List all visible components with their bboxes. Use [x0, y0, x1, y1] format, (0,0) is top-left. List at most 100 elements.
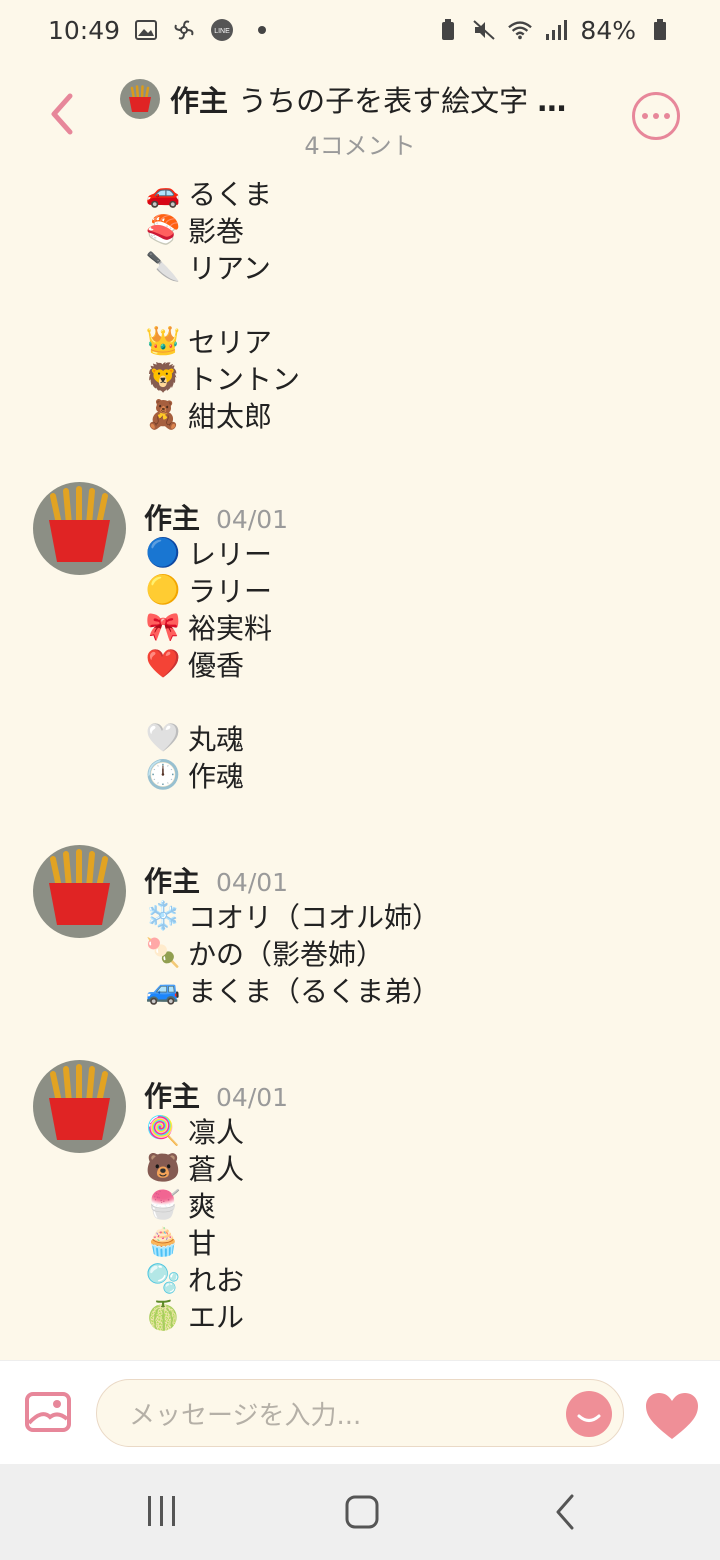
- comment-date: 04/01: [216, 868, 289, 897]
- line-text: 作魂: [188, 759, 245, 793]
- more-options-icon: [642, 113, 648, 119]
- emoji: 🔵: [145, 536, 181, 569]
- comment-line: 🦁 トントン: [144, 359, 300, 396]
- comment-avatar[interactable]: [33, 845, 126, 938]
- comment-list[interactable]: 🚗 るくま 🍣 影巻 🔪 リアン 👑 セリア 🦁 トントン 🧸 紺太郎 作主 04/01 🔵 レ…: [0, 160, 720, 1360]
- comment-date: 04/01: [216, 1083, 289, 1112]
- system-nav-bar: [0, 1464, 720, 1560]
- comment-line: 🔵 レリー: [144, 534, 288, 571]
- emoji: 🧁: [145, 1225, 181, 1258]
- battery-saver-icon: [436, 18, 460, 42]
- emoji: 🍈: [145, 1299, 181, 1332]
- emoji: 🎀: [145, 610, 181, 643]
- system-back-button[interactable]: [552, 1492, 576, 1532]
- comment-line: 🚗 るくま: [144, 174, 300, 211]
- home-button[interactable]: [344, 1494, 380, 1530]
- comment-count: 4コメント: [304, 132, 416, 160]
- line-text: ラリー: [188, 574, 273, 608]
- line-text: レリー: [188, 537, 273, 571]
- comment-line: 🔪 リアン: [144, 248, 300, 285]
- emoji: 🚙: [145, 973, 181, 1006]
- signal-icon: [544, 18, 568, 42]
- status-time: 10:49: [48, 15, 121, 45]
- french-fries-icon: [49, 486, 110, 562]
- line-text: リアン: [188, 251, 271, 285]
- emoji: 👑: [145, 324, 181, 357]
- line-text: れお: [188, 1263, 245, 1297]
- line-text: 甘: [188, 1226, 217, 1260]
- comment-line: ❤️ 優香: [144, 645, 288, 682]
- emoji: 🚗: [145, 176, 181, 209]
- line-text: 爽: [188, 1189, 217, 1223]
- line-text: 凛人: [188, 1115, 245, 1149]
- emoji: 🦁: [145, 361, 181, 394]
- thread-title-text: うちの子を表す絵文字 🟡…: [238, 84, 600, 118]
- wifi-icon: [508, 18, 533, 42]
- author-avatar: [120, 79, 160, 119]
- chevron-left-icon: [51, 93, 73, 135]
- emoji: 🔪: [145, 250, 181, 283]
- line-text: 裕実料: [188, 611, 273, 645]
- line-text: 影巻: [188, 214, 245, 248]
- message-input[interactable]: メッセージを入力...: [96, 1379, 624, 1447]
- line-text: 丸魂: [188, 722, 245, 756]
- recents-icon: [148, 1496, 175, 1526]
- comment-author[interactable]: 作主: [144, 1075, 200, 1115]
- line-text: コオリ（コオル姉）: [188, 900, 441, 934]
- thread-author: 作主: [170, 84, 229, 118]
- thread-title-area[interactable]: 作主 うちの子を表す絵文字 🟡… 4コメント: [120, 78, 600, 161]
- emoji: 🐻: [145, 1151, 181, 1184]
- comment-line: 🤍 丸魂: [144, 719, 288, 756]
- line-text: トントン: [188, 362, 301, 396]
- line-text: るくま: [188, 177, 273, 211]
- emoji: ❤️: [145, 647, 181, 680]
- comment-line: 🫧 れお: [144, 1260, 288, 1297]
- comment-avatar[interactable]: [33, 1060, 126, 1153]
- line-text: まくま（るくま弟）: [188, 974, 441, 1008]
- comment-line: 🎀 裕実料: [144, 608, 288, 645]
- back-button[interactable]: [40, 88, 84, 140]
- comment-line: 🍣 影巻: [144, 211, 300, 248]
- french-fries-icon: [49, 1064, 110, 1140]
- back-arrow-icon: [556, 1494, 574, 1530]
- comment-author[interactable]: 作主: [144, 860, 200, 900]
- emoji: 🍡: [145, 936, 181, 969]
- french-fries-icon: [49, 849, 110, 925]
- comment-line: 🐻 蒼人: [144, 1149, 288, 1186]
- comment-line: 🍭 凛人: [144, 1112, 288, 1149]
- emoji: 🧸: [145, 398, 181, 431]
- line-text: 紺太郎: [188, 399, 273, 433]
- more-dot: [664, 113, 670, 119]
- status-bar: 10:49 LINE 84%: [0, 0, 720, 60]
- more-options-button[interactable]: [632, 92, 680, 140]
- gallery-notification-icon: [134, 18, 158, 42]
- thread-header: 作主 うちの子を表す絵文字 🟡… 4コメント: [0, 60, 720, 160]
- comment-line: 🧸 紺太郎: [144, 396, 300, 433]
- image-attach-button[interactable]: [24, 1391, 72, 1433]
- line-text: セリア: [188, 325, 273, 359]
- french-fries-icon: [129, 85, 151, 112]
- comment-line: 🕛 作魂: [144, 756, 288, 793]
- svg-text:LINE: LINE: [214, 28, 230, 35]
- comment-line: 🟡 ラリー: [144, 571, 288, 608]
- more-dot: [653, 113, 659, 119]
- comment-author[interactable]: 作主: [144, 497, 200, 537]
- emoji: 🫧: [145, 1262, 181, 1295]
- line-text: 蒼人: [188, 1152, 245, 1186]
- emoji: 🤍: [145, 721, 181, 754]
- comment-avatar[interactable]: [33, 482, 126, 575]
- sticker-button[interactable]: [566, 1391, 612, 1437]
- heart-icon: [646, 1393, 698, 1439]
- thread-title: 作主 うちの子を表す絵文字 🟡…: [170, 78, 600, 120]
- smiley-icon: [577, 1414, 601, 1422]
- emoji: 🍣: [145, 213, 181, 246]
- battery-percent: 84%: [580, 15, 636, 45]
- emoji: 🍧: [145, 1188, 181, 1221]
- emoji: ❄️: [145, 899, 181, 932]
- like-button[interactable]: [644, 1391, 700, 1441]
- comment-line: 🧁 甘: [144, 1223, 288, 1260]
- recent-apps-button[interactable]: [144, 1494, 180, 1528]
- line-text: エル: [188, 1300, 245, 1334]
- image-icon: [25, 1392, 71, 1432]
- comment-line: 🚙 まくま（るくま弟）: [144, 971, 440, 1008]
